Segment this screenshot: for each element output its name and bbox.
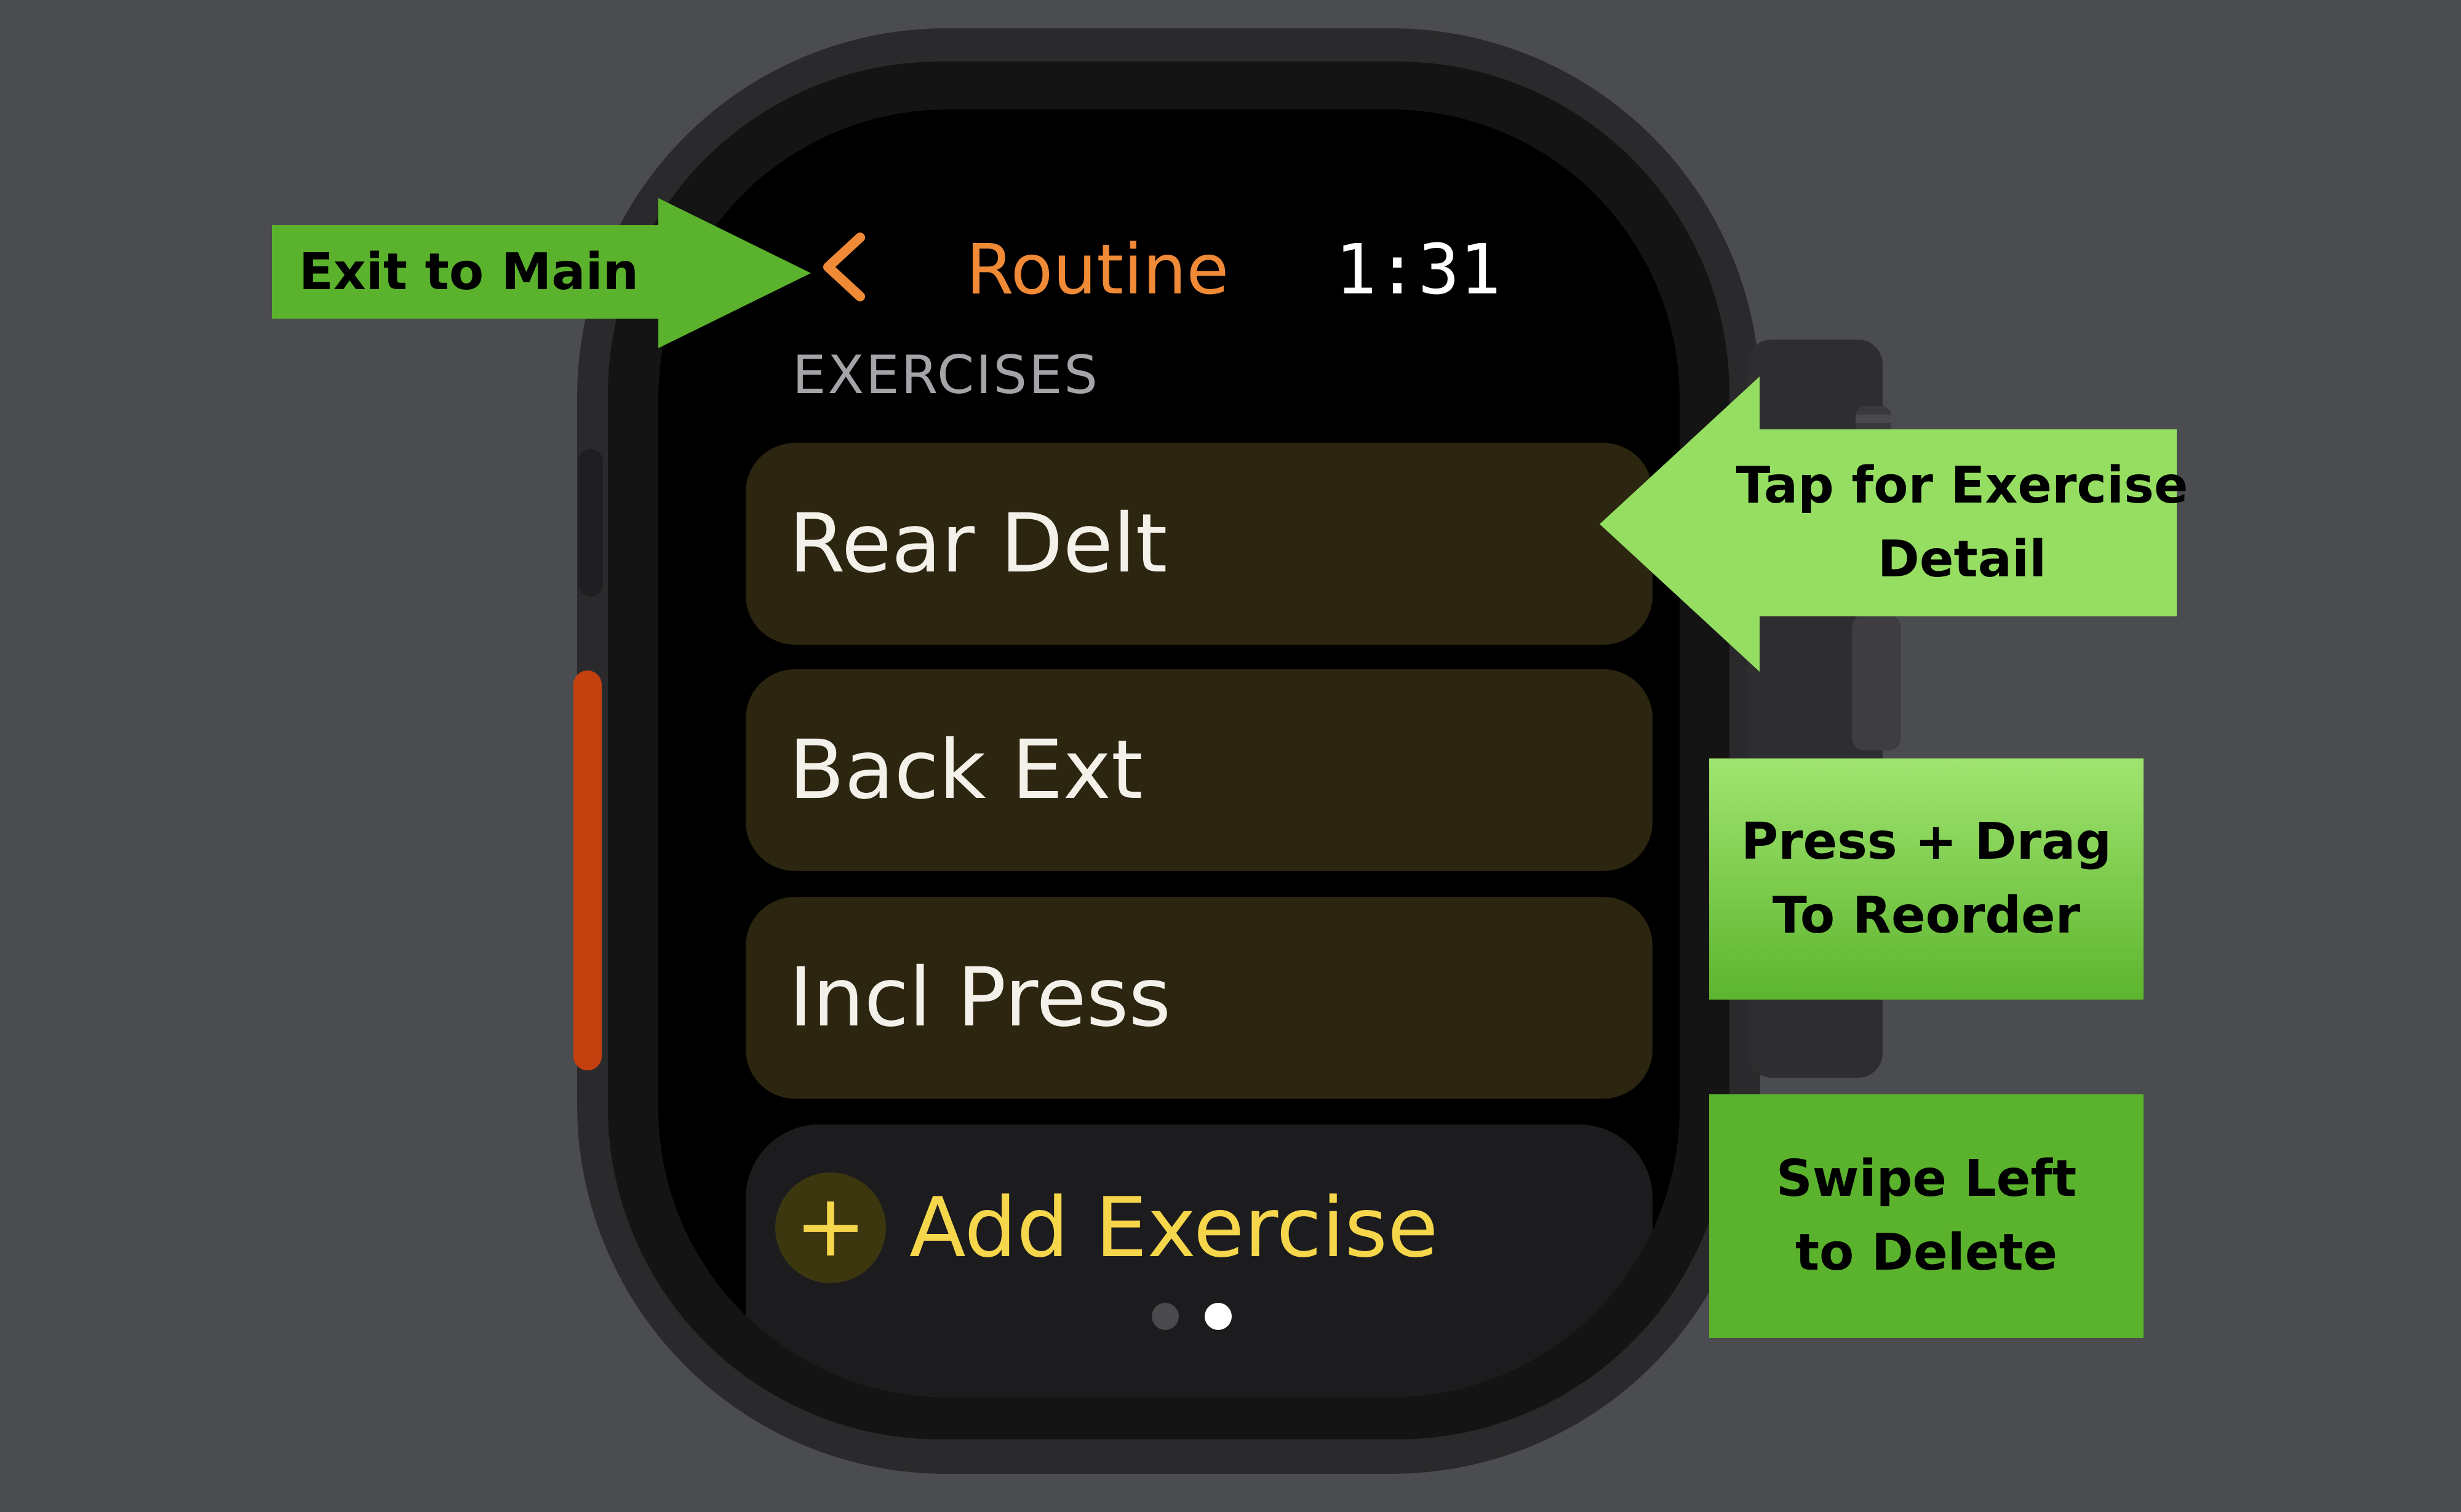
callout-text: Press + Drag [1741, 813, 2112, 871]
exercise-label: Back Ext [789, 723, 1143, 818]
callout-text: Detail [1877, 530, 2047, 589]
plus-icon: + [794, 1176, 867, 1276]
section-header: EXERCISES [792, 344, 1099, 406]
callout-text: Swipe Left [1776, 1150, 2077, 1208]
exercise-row-back-ext[interactable]: Back Ext [746, 669, 1653, 871]
callout-text: to Delete [1795, 1224, 2058, 1282]
callout-arrow-right [658, 198, 811, 348]
exercise-row-rear-delt[interactable]: Rear Delt [746, 443, 1653, 645]
chevron-left-icon[interactable] [817, 230, 872, 304]
callout-press-drag-reorder: Press + Drag To Reorder [1709, 758, 2144, 1000]
page-dot-active[interactable] [1205, 1303, 1232, 1330]
callout-arrow-left [1600, 376, 1760, 672]
time-display: 1:31 [1335, 230, 1501, 310]
callout-tap-for-detail: Tap for Exercise Detail [1736, 429, 2188, 616]
callout-text: To Reorder [1772, 886, 2081, 945]
action-button[interactable] [573, 670, 602, 1070]
side-button[interactable] [578, 449, 603, 597]
exercise-row-incl-press[interactable]: Incl Press [746, 897, 1653, 1099]
exercise-label: Rear Delt [789, 496, 1168, 591]
watch-screen: Routine 1:31 EXERCISES Rear Delt Back Ex… [658, 109, 1680, 1398]
page-title: Routine [966, 230, 1229, 310]
callout-text: Exit to Main [298, 242, 639, 301]
callout-exit-to-main: Exit to Main [272, 225, 666, 319]
add-exercise-label: Add Exercise [909, 1180, 1438, 1276]
crown-guard [1852, 615, 1901, 750]
callout-swipe-delete: Swipe Left to Delete [1709, 1094, 2144, 1338]
page-dot[interactable] [1152, 1303, 1179, 1330]
callout-text: Tap for Exercise [1736, 456, 2188, 515]
exercise-label: Incl Press [789, 950, 1171, 1045]
